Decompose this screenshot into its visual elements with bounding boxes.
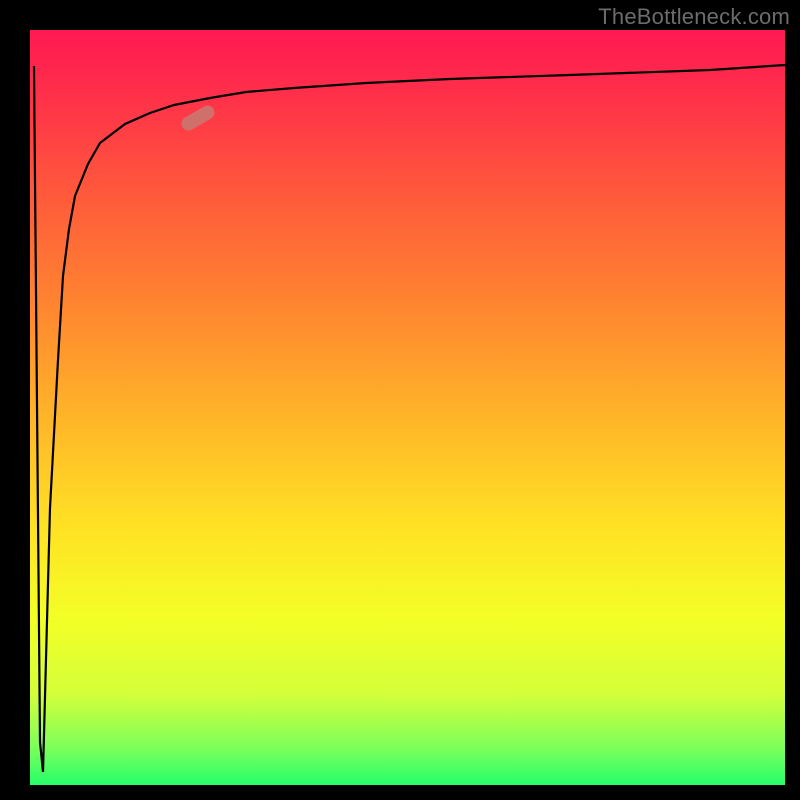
curve-layer: [30, 30, 785, 785]
watermark-text: TheBottleneck.com: [598, 4, 790, 30]
plot-area: [30, 30, 785, 785]
chart-frame: TheBottleneck.com: [0, 0, 800, 800]
bottleneck-curve: [34, 65, 785, 772]
curve-marker: [179, 103, 217, 133]
